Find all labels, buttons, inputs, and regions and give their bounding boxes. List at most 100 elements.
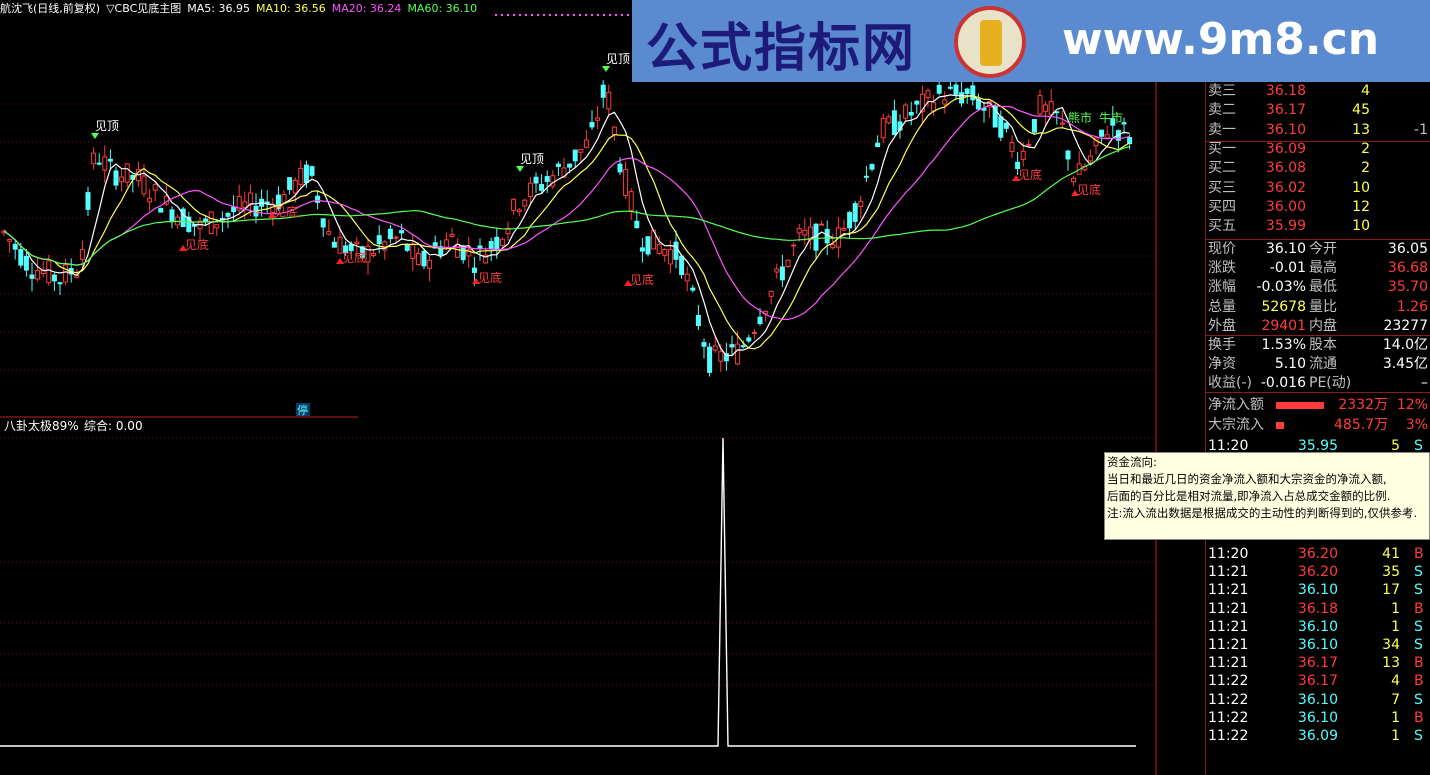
candle-body: [578, 148, 584, 153]
candle-body: [1003, 122, 1009, 129]
candle-body: [735, 343, 741, 365]
candle-body: [718, 351, 724, 362]
candle-body: [595, 117, 601, 121]
order-book-row[interactable]: 卖三 36.18 4: [1206, 82, 1430, 101]
candle-body: [287, 177, 293, 190]
fundamental-row[interactable]: 收益(-) -0.016 PE(动) –: [1206, 374, 1430, 393]
tick-row[interactable]: 11:22 36.17 4 B: [1206, 672, 1430, 691]
tick-row[interactable]: 11:21 36.18 1 B: [1206, 600, 1430, 619]
dot-mark: [561, 14, 563, 16]
quote-label: 涨幅: [1208, 279, 1236, 296]
tick-price: 36.18: [1297, 600, 1338, 617]
fundamental-label: 流通: [1309, 356, 1337, 372]
bottom-signal-label: 见底: [630, 272, 654, 287]
quote-row[interactable]: 涨跌 -0.01 最高 36.68: [1206, 259, 1430, 278]
site-banner: 公式指标网 www.9m8.cn: [632, 0, 1430, 82]
tick-row[interactable]: 11:22 36.10 1 B: [1206, 709, 1430, 728]
order-volume: 45: [1352, 102, 1370, 119]
dot-mark: [609, 14, 611, 16]
candle-body: [1054, 111, 1060, 114]
candle-body: [539, 184, 545, 191]
fund-flow-row[interactable]: 大宗流入 485.7万 3%: [1206, 416, 1430, 435]
quote-row[interactable]: 总量 52678 量比 1.26: [1206, 298, 1430, 317]
tick-bs-flag: B: [1414, 673, 1424, 690]
quote-label: 量比: [1309, 298, 1337, 315]
candle-body: [847, 212, 853, 229]
order-volume: 2: [1361, 160, 1370, 177]
fundamental-label: 股本: [1309, 337, 1337, 353]
quote-value: 52678: [1261, 298, 1306, 315]
lower-indicator-panel: 八卦太极89%综合: 0.001.000.600.400.300.20: [0, 418, 1156, 747]
top-arrow-icon: [516, 166, 524, 172]
tick-row[interactable]: 11:22 36.10 7 S: [1206, 691, 1430, 710]
tick-volume: 1: [1391, 600, 1400, 617]
bottom-signal-label: 见底: [478, 270, 502, 285]
quote-label: 总量: [1208, 298, 1236, 315]
dot-mark: [495, 14, 497, 16]
tick-row[interactable]: 11:22 36.09 1 S: [1206, 727, 1430, 746]
dot-mark: [615, 14, 617, 16]
candle-body: [791, 244, 797, 247]
quote-row[interactable]: 现价 36.10 今开 36.05: [1206, 240, 1430, 259]
fund-flow-bar: [1276, 402, 1324, 409]
tick-row[interactable]: 11:21 36.10 34 S: [1206, 636, 1430, 655]
dot-mark: [567, 14, 569, 16]
fundamental-row[interactable]: 换手 1.53% 股本 14.0亿: [1206, 336, 1430, 355]
quote-row[interactable]: 涨幅 -0.03% 最低 35.70: [1206, 278, 1430, 297]
candle-body: [533, 176, 539, 184]
dot-mark: [627, 14, 629, 16]
order-price: 36.00: [1265, 198, 1306, 215]
order-book-row[interactable]: 买一 36.09 2: [1206, 140, 1430, 159]
tick-volume: 17: [1382, 582, 1400, 599]
candle-body: [455, 243, 461, 258]
candle-body: [819, 223, 825, 226]
quote-row[interactable]: 外盘 29401 内盘 23277: [1206, 317, 1430, 336]
dot-mark: [531, 14, 533, 16]
candle-body: [863, 175, 869, 178]
fundamental-row[interactable]: 净资 5.10 流通 3.45亿: [1206, 355, 1430, 374]
candle-body: [656, 243, 662, 254]
candle-body: [998, 116, 1004, 138]
fund-flow-row[interactable]: 净流入额 2332万 12%: [1206, 396, 1430, 415]
dot-mark: [549, 14, 551, 16]
order-book-row[interactable]: 卖二 36.17 45: [1206, 101, 1430, 120]
candle-body: [371, 252, 377, 256]
bottom-signal-label: 见底: [1018, 167, 1042, 182]
kline-chart[interactable]: 见顶见顶见顶见底见底见底见底见底见底见底熊市牛市停 38.0036.0034.0…: [0, 0, 1160, 775]
quote-label: 最高: [1309, 260, 1337, 277]
candle-body: [421, 250, 427, 267]
order-book-row[interactable]: 买四 36.00 12: [1206, 198, 1430, 217]
bottom-signal-label: 见底: [1077, 182, 1101, 197]
candle-body: [231, 206, 237, 213]
candle-body: [947, 86, 953, 89]
order-price: 35.99: [1265, 218, 1306, 235]
tick-row[interactable]: 11:21 36.10 1 S: [1206, 618, 1430, 637]
candle-body: [91, 152, 97, 165]
tick-price: 36.10: [1297, 637, 1338, 653]
order-book-row[interactable]: 买二 36.08 2: [1206, 159, 1430, 178]
candle-body: [1043, 104, 1049, 113]
candle-body: [880, 118, 886, 139]
dot-mark: [543, 14, 545, 16]
tick-row[interactable]: 11:21 36.20 35 S: [1206, 563, 1430, 582]
tick-row[interactable]: 11:21 36.17 13 B: [1206, 654, 1430, 673]
tick-price: 36.10: [1297, 582, 1338, 599]
order-price: 36.17: [1265, 102, 1306, 119]
banner-logo-icon: [954, 6, 1026, 78]
candle-body: [1031, 119, 1037, 133]
candle-body: [102, 156, 108, 171]
order-book-row[interactable]: 买五 35.99 10: [1206, 217, 1430, 236]
tick-volume: 13: [1382, 655, 1400, 672]
tick-price: 36.10: [1297, 691, 1338, 708]
order-book-row[interactable]: 卖一 36.10 13 -1: [1206, 121, 1430, 140]
tick-row[interactable]: 11:20 36.20 41 B: [1206, 545, 1430, 564]
tick-row[interactable]: 11:21 36.10 17 S: [1206, 581, 1430, 600]
candle-body: [169, 209, 175, 223]
quote-label: 外盘: [1208, 317, 1236, 334]
candle-body: [119, 176, 125, 183]
order-price: 36.08: [1265, 160, 1306, 177]
candle-body: [925, 90, 931, 98]
order-book-row[interactable]: 买三 36.02 10: [1206, 179, 1430, 198]
candle-body: [79, 249, 85, 260]
fund-flow-pct: 12%: [1396, 397, 1428, 413]
